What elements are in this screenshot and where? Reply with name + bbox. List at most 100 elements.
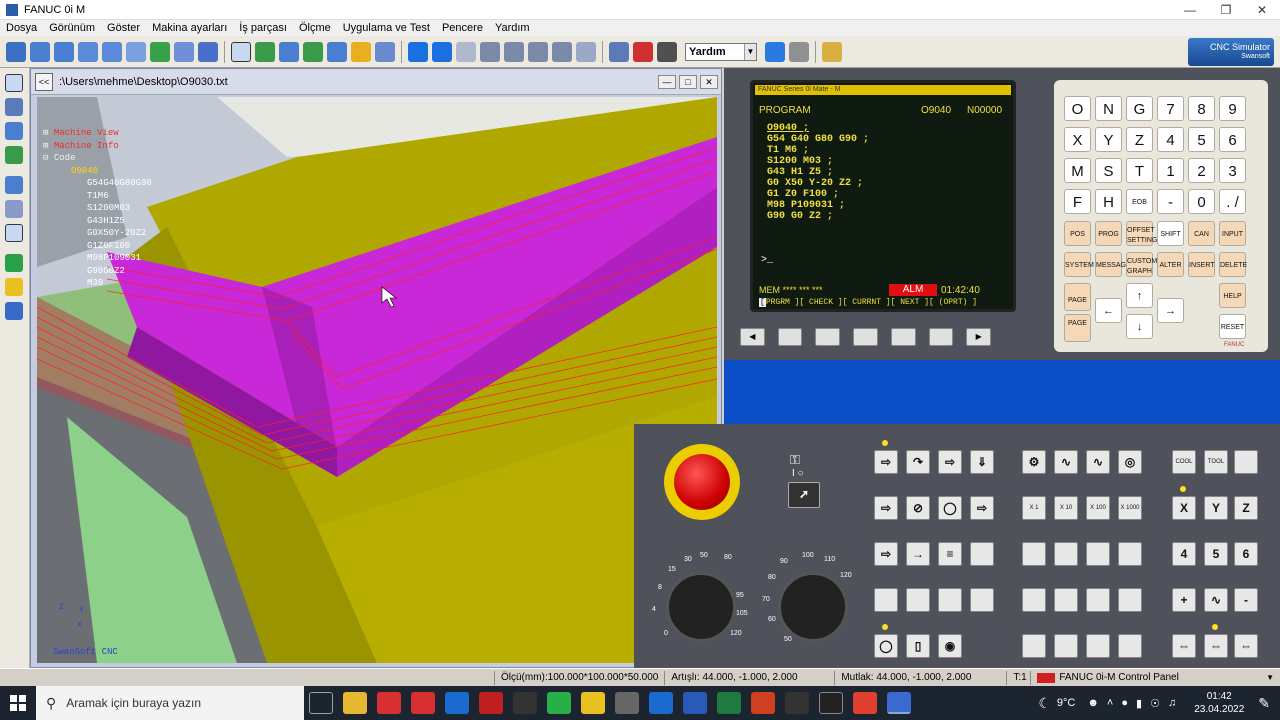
network-icon[interactable]: ☉ (1150, 697, 1160, 710)
eraser-icon[interactable] (576, 41, 596, 62)
spindle-icon-button[interactable]: ⚙ (1022, 450, 1046, 474)
key-offset-setting[interactable]: OFFSET SETTING (1126, 221, 1157, 246)
workpiece-icon[interactable] (255, 41, 275, 62)
blank-button[interactable] (906, 588, 930, 612)
cube-transparent-icon[interactable] (456, 41, 476, 62)
menu-dosya[interactable]: Dosya (0, 22, 43, 34)
optional-stop-button[interactable]: ⇨ (970, 496, 994, 520)
key-o[interactable]: O (1064, 96, 1091, 121)
tool-icon[interactable] (351, 41, 371, 62)
key-input[interactable]: INPUT (1219, 221, 1246, 246)
zoom-fit-icon[interactable] (102, 41, 122, 62)
view-icon[interactable] (174, 41, 194, 62)
key-t[interactable]: T (1126, 158, 1153, 183)
key-help[interactable]: HELP (1219, 283, 1246, 308)
key-minus[interactable]: - (1157, 189, 1184, 214)
stop-record-icon[interactable] (657, 41, 677, 62)
menu-is-parcasi[interactable]: İş parçası (233, 22, 293, 34)
volume-icon[interactable]: ♫ (1168, 697, 1176, 709)
tradingview-icon[interactable] (819, 692, 843, 714)
feed-hold-button[interactable]: ▯ (906, 634, 930, 658)
panel-select[interactable]: FANUC 0i-M Control Panel ▼ (1030, 670, 1280, 685)
measure-icon[interactable] (279, 41, 299, 62)
word-icon[interactable] (683, 692, 707, 714)
task-view-icon[interactable] (309, 692, 333, 714)
people-icon[interactable]: ☻ (1087, 697, 1099, 709)
axis-4-button[interactable]: 4 (1172, 542, 1196, 566)
menu-gorunum[interactable]: Görünüm (43, 22, 101, 34)
key-z[interactable]: Z (1126, 127, 1153, 152)
coolant-button[interactable]: COOL (1172, 450, 1196, 474)
pencil-icon[interactable] (5, 146, 23, 164)
key-custom-graph[interactable]: CUSTOM GRAPH (1126, 252, 1157, 277)
key-1[interactable]: 1 (1157, 158, 1184, 183)
blank-button[interactable] (1118, 634, 1142, 658)
softkey-3-button[interactable] (853, 328, 878, 346)
rotate-icon[interactable] (150, 41, 170, 62)
stop-icon[interactable] (789, 41, 809, 62)
z-lock-button[interactable]: ⇔ (1204, 634, 1228, 658)
cnc-app-icon[interactable] (853, 692, 877, 714)
zoom-window-icon[interactable] (78, 41, 98, 62)
menu-yardim[interactable]: Yardım (489, 22, 536, 34)
machine-lock-button[interactable]: ⇔ (1172, 634, 1196, 658)
viewer-close-button[interactable]: ✕ (700, 74, 718, 89)
axis-y-button[interactable]: Y (1204, 496, 1228, 520)
key-arrow-right[interactable]: → (1157, 298, 1184, 323)
rapid-button[interactable]: ∿ (1204, 588, 1228, 612)
tree-line[interactable]: S1200M03 (43, 202, 183, 215)
solidworks-icon[interactable] (377, 692, 401, 714)
key-pos[interactable]: POS (1064, 221, 1091, 246)
key-dot[interactable]: . / (1219, 189, 1246, 214)
windows-start-icon[interactable] (4, 686, 32, 720)
key-arrow-left[interactable]: ← (1095, 298, 1122, 323)
excel-icon[interactable] (717, 692, 741, 714)
inspect-icon[interactable] (5, 224, 23, 242)
collapse-button[interactable]: << (35, 72, 53, 91)
key-arrow-down[interactable]: ↓ (1126, 314, 1153, 339)
search-box[interactable]: ⚲ Aramak için buraya yazın (36, 686, 304, 720)
tree-line[interactable]: G1Z0F100 (43, 240, 183, 253)
coolant-icon[interactable] (303, 41, 323, 62)
jog-mode-button[interactable]: → (906, 542, 930, 566)
zoom-out-icon[interactable] (54, 41, 74, 62)
blank-button[interactable] (1022, 588, 1046, 612)
key-0[interactable]: 0 (1188, 189, 1215, 214)
key-y[interactable]: Y (1095, 127, 1122, 152)
axis-5-button[interactable]: 5 (1204, 542, 1228, 566)
record-icon[interactable] (633, 41, 653, 62)
chevron-up-icon[interactable]: ˄ (1107, 697, 1113, 709)
cube-front-icon[interactable] (432, 41, 452, 62)
mode-mdi-button[interactable]: ⇨ (938, 450, 962, 474)
ruler-icon[interactable] (528, 41, 548, 62)
mic-icon[interactable]: ● (1121, 697, 1128, 709)
key-prog[interactable]: PROG (1095, 221, 1122, 246)
jog-minus-button[interactable]: - (1234, 588, 1258, 612)
camtasia-icon[interactable] (547, 692, 571, 714)
blank-button[interactable] (1118, 542, 1142, 566)
key-page-up[interactable]: PAGE (1064, 283, 1091, 311)
menu-pencere[interactable]: Pencere (436, 22, 489, 34)
settings-app-icon[interactable] (785, 692, 809, 714)
3d-viewport[interactable]: ⊞ Machine View ⊞ Machine Info ⊟ Code O90… (37, 97, 717, 663)
square-icon[interactable] (552, 41, 572, 62)
key-6[interactable]: 6 (1219, 127, 1246, 152)
cube-icon[interactable] (408, 41, 428, 62)
notifications-icon[interactable]: ✎ (1258, 695, 1270, 712)
spindle-override-dial[interactable] (778, 572, 848, 642)
camera-icon[interactable] (609, 41, 629, 62)
tree-line[interactable]: T1M6 (43, 190, 183, 203)
chrome-icon[interactable] (581, 692, 605, 714)
minimize-button[interactable]: — (1172, 3, 1208, 17)
jog-x10-button[interactable]: X 10 (1054, 496, 1078, 520)
key-message[interactable]: MESSAGE (1095, 252, 1131, 277)
key-page-down[interactable]: PAGE (1064, 314, 1091, 342)
key-2[interactable]: 2 (1188, 158, 1215, 183)
axis-x-button[interactable]: X (1172, 496, 1196, 520)
skip-button[interactable]: ⊘ (906, 496, 930, 520)
key-system[interactable]: SYSTEM (1064, 252, 1094, 277)
tool-setup-icon[interactable] (375, 41, 395, 62)
tree-line[interactable]: G0X50Y-20Z2 (43, 227, 183, 240)
zoom-in-icon[interactable] (30, 41, 50, 62)
app-icon[interactable] (615, 692, 639, 714)
